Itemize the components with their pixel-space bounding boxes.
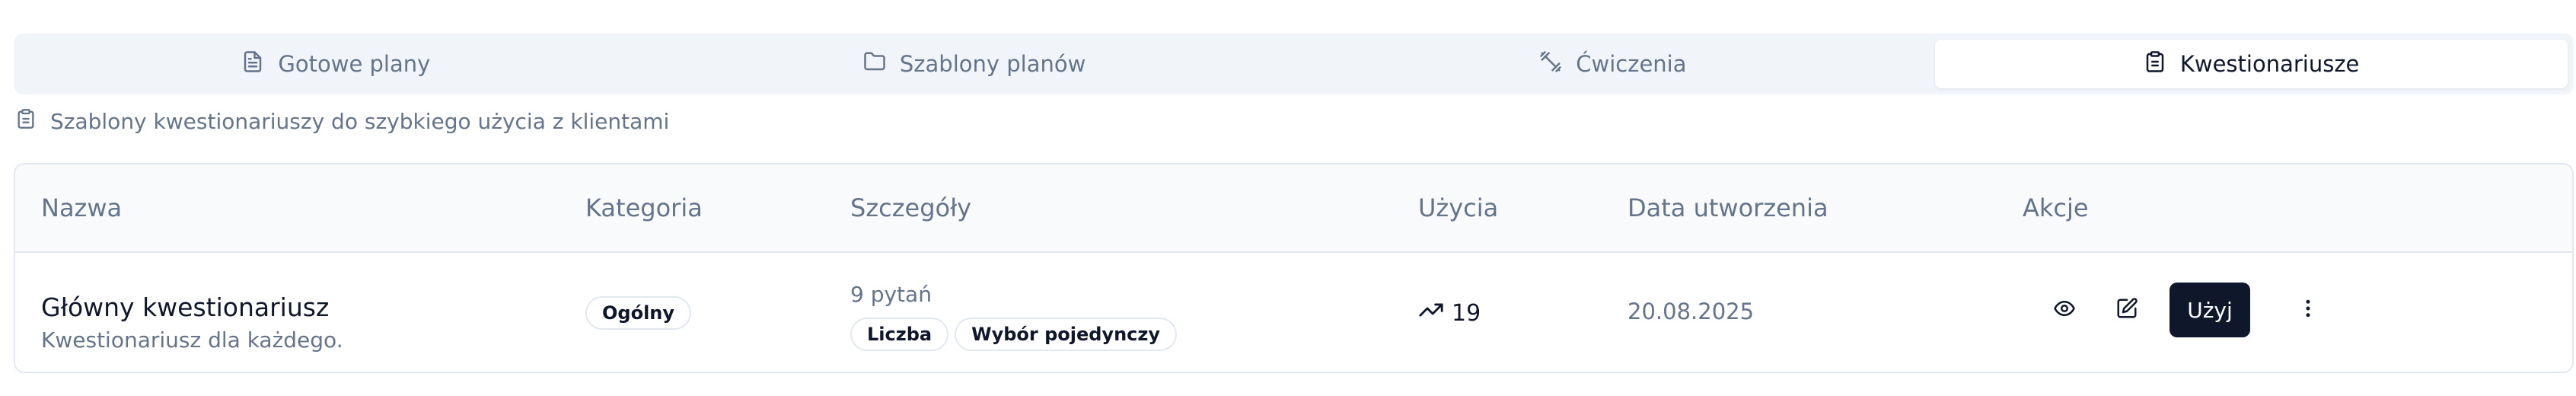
header-name: Nazwa — [41, 193, 123, 222]
header-actions: Akcje — [2023, 193, 2089, 222]
questionnaires-table: Nazwa Kategoria Szczegóły Użycia Data ut… — [14, 163, 2574, 373]
file-text-icon — [241, 50, 264, 78]
question-types: Liczba Wybór pojedynczy — [850, 318, 1177, 351]
dumbbell-icon — [1539, 50, 1562, 78]
question-type-badge: Wybór pojedynczy — [955, 318, 1177, 351]
header-usage: Użycia — [1418, 193, 1499, 222]
tab-label: Ćwiczenia — [1576, 51, 1687, 77]
tab-ready-plans[interactable]: Gotowe plany — [20, 40, 652, 88]
header-category: Kategoria — [585, 193, 703, 222]
question-count: 9 pytań — [850, 282, 932, 307]
tab-exercises[interactable]: Ćwiczenia — [1297, 40, 1930, 88]
questionnaires-page: Gotowe plany Szablony planów Ćwiczenia K… — [0, 0, 2576, 396]
question-type-badge: Liczba — [850, 318, 949, 351]
header-created: Data utworzenia — [1628, 193, 1828, 222]
edit-button[interactable] — [2106, 289, 2148, 331]
use-button[interactable]: Użyj — [2170, 283, 2250, 337]
table-header: Nazwa Kategoria Szczegóły Użycia Data ut… — [15, 164, 2572, 253]
tab-label: Gotowe plany — [278, 51, 431, 77]
tab-plan-templates[interactable]: Szablony planów — [658, 40, 1291, 88]
questionnaire-name: Główny kwestionariusz — [41, 292, 330, 322]
more-vertical-icon — [2297, 297, 2319, 323]
table-row: Główny kwestionariusz Kwestionariusz dla… — [15, 253, 2572, 372]
tab-label: Kwestionariusze — [2179, 51, 2360, 77]
clipboard-icon — [15, 108, 37, 135]
questionnaire-subtitle: Kwestionariusz dla każdego. — [41, 327, 343, 353]
tab-label: Szablony planów — [899, 51, 1086, 77]
more-actions-button[interactable] — [2287, 289, 2329, 331]
clipboard-icon — [2144, 50, 2166, 78]
eye-icon — [2053, 297, 2076, 323]
header-details: Szczegóły — [850, 193, 972, 222]
usage-cell: 19 — [1418, 297, 1481, 329]
view-button[interactable] — [2043, 289, 2086, 331]
section-tabs: Gotowe plany Szablony planów Ćwiczenia K… — [14, 34, 2574, 94]
description-text: Szablony kwestionariuszy do szybkiego uż… — [50, 109, 670, 134]
created-date: 20.08.2025 — [1628, 299, 1755, 324]
tab-questionnaires[interactable]: Kwestionariusze — [1935, 40, 2568, 88]
usage-count: 19 — [1452, 299, 1481, 327]
folder-icon — [863, 50, 886, 78]
trending-up-icon — [1418, 297, 1444, 329]
section-description: Szablony kwestionariuszy do szybkiego uż… — [15, 108, 669, 135]
category-cell: Ogólny — [585, 296, 692, 330]
category-badge: Ogólny — [585, 296, 692, 330]
edit-icon — [2115, 297, 2138, 323]
